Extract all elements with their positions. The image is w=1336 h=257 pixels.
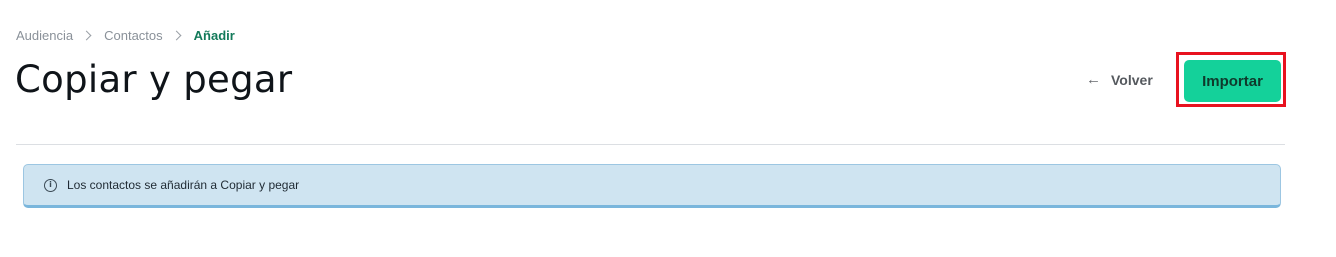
info-banner: i Los contactos se añadirán a Copiar y p…: [23, 164, 1281, 208]
back-link-label: Volver: [1111, 71, 1153, 88]
info-icon: i: [44, 178, 57, 192]
breadcrumb-item-audiencia[interactable]: Audiencia: [16, 28, 73, 43]
page: Audiencia Contactos Añadir Copiar y pega…: [0, 0, 1336, 257]
breadcrumb-item-current: Añadir: [193, 28, 235, 43]
page-title: Copiar y pegar: [15, 58, 293, 101]
arrow-left-icon: ←: [1086, 71, 1101, 88]
divider: [16, 144, 1285, 145]
chevron-right-icon: [171, 30, 182, 41]
chevron-right-icon: [81, 30, 92, 41]
back-link[interactable]: ← Volver: [1086, 71, 1153, 88]
breadcrumb-item-contactos[interactable]: Contactos: [104, 28, 163, 43]
breadcrumb: Audiencia Contactos Añadir: [16, 28, 235, 43]
info-message: Los contactos se añadirán a Copiar y peg…: [67, 178, 300, 192]
import-button[interactable]: Importar: [1184, 60, 1281, 102]
